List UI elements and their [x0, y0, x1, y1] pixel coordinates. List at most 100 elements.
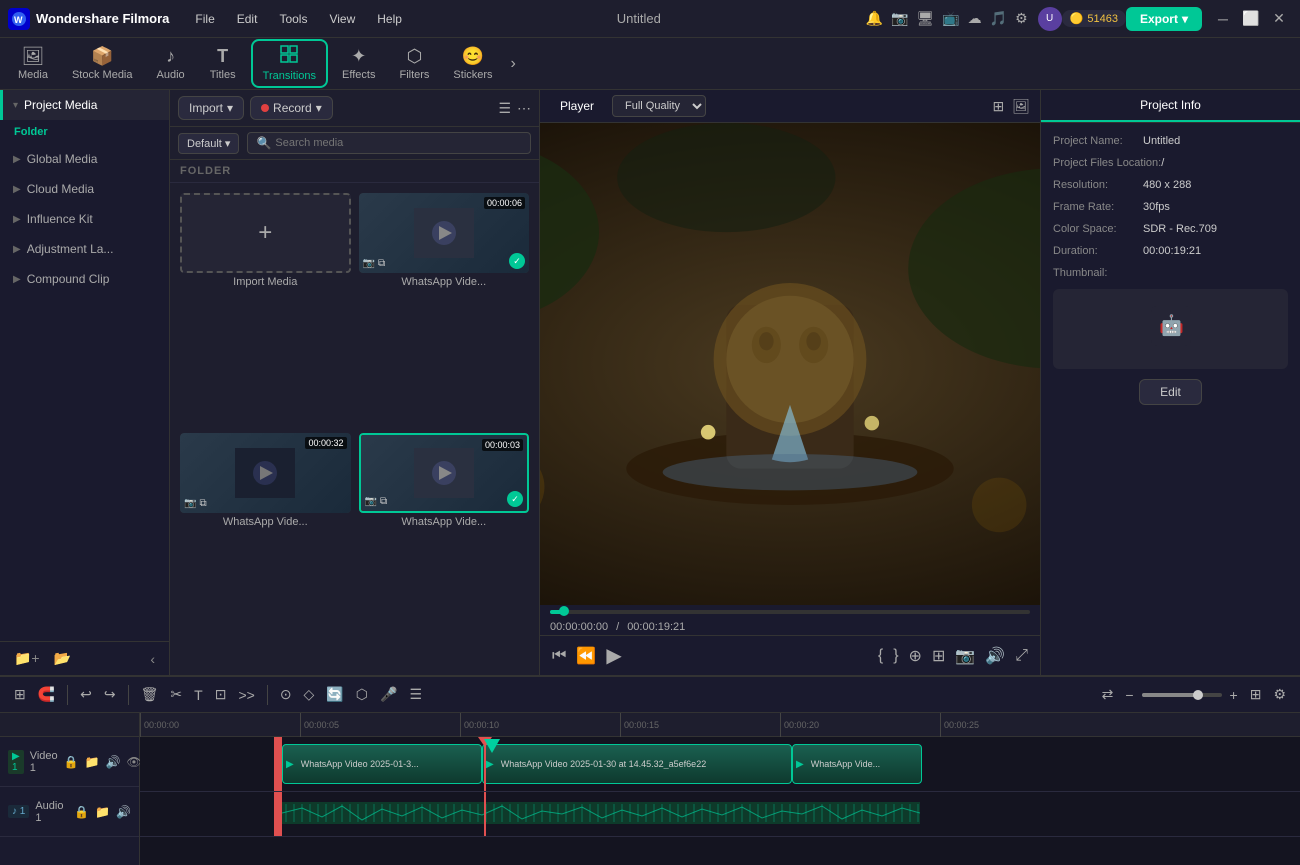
camera-icon[interactable]: 📷	[891, 10, 908, 27]
skip-back-button[interactable]: ⏮	[550, 645, 568, 667]
zoom-out-button[interactable]: −	[1121, 685, 1137, 705]
toolbar-audio[interactable]: ♪ Audio	[147, 42, 195, 85]
audio-lock-icon[interactable]: 🔒	[74, 805, 89, 819]
video-clip-3[interactable]: ▶ WhatsApp Vide...	[792, 744, 922, 784]
more-options-icon[interactable]: ⋯	[517, 100, 531, 117]
audio-button[interactable]: 🔄	[322, 684, 347, 705]
toolbar-filters[interactable]: ⬡ Filters	[389, 42, 439, 85]
layout-icon[interactable]: ⊞	[992, 98, 1004, 115]
video-clip-2[interactable]: ▶ WhatsApp Video 2025-01-30 at 14.45.32_…	[482, 744, 792, 784]
fullscreen-button[interactable]: ⤢	[1013, 645, 1030, 667]
zoom-handle[interactable]	[1193, 690, 1203, 700]
add-media-button[interactable]: 📂	[50, 648, 75, 669]
undo-button[interactable]: ↩	[76, 684, 96, 705]
media-item-vid3[interactable]: 00:00:03 ✓ 📷 ⧉ WhatsApp Vide...	[359, 433, 530, 665]
snap-button[interactable]: ⊙	[276, 684, 296, 705]
minimize-button[interactable]: ─	[1210, 6, 1236, 32]
toolbar-effects[interactable]: ✦ Effects	[332, 42, 385, 85]
list-button[interactable]: ☰	[405, 684, 426, 705]
sidebar-item-adjustment[interactable]: ▶ Adjustment La...	[0, 234, 169, 264]
quality-select[interactable]: Full Quality	[612, 95, 706, 117]
zoom-slider[interactable]	[1142, 693, 1222, 697]
ruler-mark-3: 00:00:15	[620, 713, 780, 737]
snapshot-icon[interactable]: 🖼	[1012, 98, 1030, 115]
delete-button[interactable]: 🗑	[137, 684, 163, 705]
toolbar-stock-media[interactable]: 📦 Stock Media	[62, 42, 143, 85]
sidebar-item-compound-clip[interactable]: ▶ Compound Clip	[0, 264, 169, 294]
record-button[interactable]: Record ▾	[250, 96, 333, 120]
crop-button[interactable]: ⊡	[211, 684, 231, 705]
menu-view[interactable]: View	[319, 8, 365, 30]
audio-media-icon[interactable]: 📁	[95, 805, 110, 819]
zoom-in-button[interactable]: +	[1226, 685, 1242, 705]
toolbar-media[interactable]: 🖼 Media	[8, 42, 58, 85]
import-button[interactable]: Import ▾	[178, 96, 244, 120]
toolbar-titles[interactable]: T Titles	[199, 42, 247, 85]
menu-help[interactable]: Help	[367, 8, 412, 30]
window-controls: ─ ⬜ ✕	[1210, 6, 1292, 32]
settings-icon[interactable]: ⚙	[1269, 684, 1290, 705]
media-item-vid2[interactable]: 00:00:32 📷 ⧉ WhatsApp Vide...	[180, 433, 351, 665]
notification-icon[interactable]: 🔔	[866, 10, 883, 27]
sidebar-item-cloud-media[interactable]: ▶ Cloud Media	[0, 174, 169, 204]
screenshot-button[interactable]: 📷	[953, 644, 977, 668]
track-lock-icon[interactable]: 🔒	[64, 755, 79, 769]
track-mute-icon[interactable]: 🔊	[106, 755, 121, 769]
toolbar-transitions[interactable]: Transitions	[251, 39, 328, 88]
search-input[interactable]	[275, 137, 522, 149]
mark-out-button[interactable]: }	[891, 645, 900, 667]
audio-mute-icon[interactable]: 🔊	[116, 805, 131, 819]
edit-button[interactable]: Edit	[1139, 379, 1202, 405]
volume-button[interactable]: 🔊	[983, 644, 1007, 668]
toolbar-more-icon[interactable]: ›	[507, 51, 520, 77]
sidebar-item-global-media[interactable]: ▶ Global Media	[0, 144, 169, 174]
export-button[interactable]: Export ▾	[1126, 7, 1202, 31]
add-to-timeline-button[interactable]: ⊞	[930, 644, 947, 668]
filter-icon[interactable]: ☰	[498, 100, 511, 117]
swap-icon[interactable]: ⇄	[1098, 684, 1118, 705]
dots-icon[interactable]: ⚙	[1015, 10, 1028, 27]
cut-button[interactable]: ✂	[166, 684, 186, 705]
grid-view-button[interactable]: ⊞	[1246, 684, 1266, 705]
step-back-button[interactable]: ⏪	[574, 644, 598, 668]
vid3-check-icon: ✓	[507, 491, 523, 507]
left-panel: ▾ Project Media Folder ▶ Global Media ▶ …	[0, 90, 170, 675]
media-label: Media	[18, 69, 48, 81]
menu-edit[interactable]: Edit	[227, 8, 268, 30]
track-media-icon[interactable]: 📁	[85, 755, 100, 769]
scenes-icon[interactable]: ⊞	[10, 684, 30, 705]
redo-button[interactable]: ↪	[100, 684, 120, 705]
default-select[interactable]: Default ▾	[178, 133, 239, 154]
magnetic-icon[interactable]: 🧲	[34, 684, 59, 705]
more-button[interactable]: >>	[234, 685, 258, 705]
import-media-item[interactable]: + Import Media	[180, 193, 351, 425]
monitor-icon[interactable]: 🖥	[916, 10, 934, 27]
mic-button[interactable]: 🎤	[376, 684, 401, 705]
cloud-icon[interactable]: ☁	[968, 10, 982, 27]
play-button[interactable]: ▶	[604, 641, 623, 670]
tab-player[interactable]: Player	[550, 96, 604, 116]
menu-file[interactable]: File	[185, 8, 224, 30]
toolbar-stickers[interactable]: 😊 Stickers	[443, 42, 502, 85]
add-folder-button[interactable]: 📁+	[10, 648, 44, 669]
video-clip-1[interactable]: ▶ WhatsApp Video 2025-01-3...	[282, 744, 482, 784]
progress-bar[interactable]	[550, 610, 1030, 614]
sidebar-item-folder[interactable]: Folder	[0, 120, 169, 144]
sidebar-item-influence-kit[interactable]: ▶ Influence Kit	[0, 204, 169, 234]
close-button[interactable]: ✕	[1266, 6, 1292, 32]
media-item-vid1[interactable]: 00:00:06 ✓ 📷 ⧉ WhatsApp Vide...	[359, 193, 530, 425]
tv-icon[interactable]: 📺	[942, 10, 959, 27]
sidebar-item-project-media[interactable]: ▾ Project Media	[0, 90, 169, 120]
shield-button[interactable]: ⬡	[352, 684, 372, 705]
collapse-panel-button[interactable]: ‹	[146, 649, 159, 669]
headphone-icon[interactable]: 🎵	[990, 10, 1007, 27]
user-avatar[interactable]: U	[1038, 7, 1062, 31]
extract-button[interactable]: ⊕	[907, 644, 924, 668]
menu-tools[interactable]: Tools	[269, 8, 317, 30]
text-button[interactable]: T	[190, 685, 207, 705]
keyframe-button[interactable]: ◇	[300, 684, 319, 705]
progress-handle[interactable]	[559, 606, 569, 616]
maximize-button[interactable]: ⬜	[1238, 6, 1264, 32]
tab-project-info[interactable]: Project Info	[1041, 90, 1300, 122]
mark-in-button[interactable]: {	[876, 645, 885, 667]
